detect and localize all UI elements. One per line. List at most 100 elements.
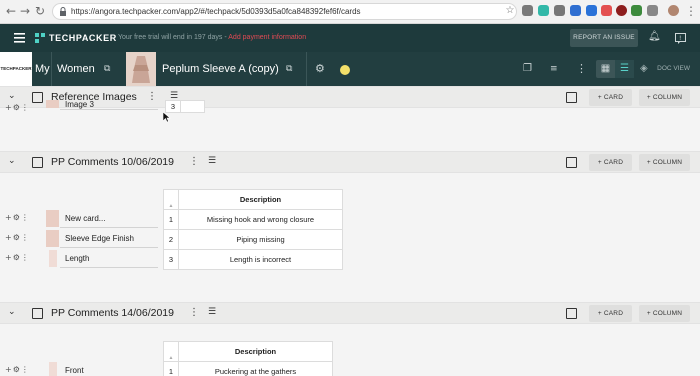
- bookmark-star-icon[interactable]: ☆: [503, 4, 517, 18]
- extension-icon-6[interactable]: [601, 5, 612, 16]
- product-thumbnail: [126, 52, 156, 86]
- card-label[interactable]: New card...: [65, 214, 105, 223]
- extension-icon-4[interactable]: [570, 5, 581, 16]
- section-title[interactable]: PP Comments 14/06/2019: [51, 307, 174, 319]
- extension-icon-9[interactable]: [647, 5, 658, 16]
- gear-icon[interactable]: ⚙: [315, 52, 325, 86]
- card-label[interactable]: Length: [65, 254, 89, 263]
- column-header-description[interactable]: Description: [178, 189, 343, 210]
- chevron-down-icon[interactable]: ⌄: [8, 307, 16, 317]
- column-layout-icon[interactable]: [566, 308, 577, 319]
- description-table: ▲ Description 1 Missing hook and wrong c…: [163, 189, 343, 270]
- list-item[interactable]: +⚙⋮ Length: [0, 250, 165, 268]
- card-thumbnail: [46, 230, 59, 247]
- dress-image: [132, 56, 150, 83]
- list-item[interactable]: +⚙⋮ Image 3: [0, 100, 165, 118]
- section-menu-icon[interactable]: ⋮: [189, 156, 199, 167]
- card-thumbnail: [49, 250, 57, 267]
- feedback-icon[interactable]: !: [675, 33, 686, 44]
- list-view-icon[interactable]: ☰: [615, 60, 634, 78]
- grid-view-icon[interactable]: ▦: [596, 60, 615, 78]
- hamburger-menu-icon[interactable]: [14, 33, 25, 43]
- row-controls[interactable]: +⚙⋮: [5, 365, 30, 374]
- svg-text:!: !: [679, 35, 681, 42]
- table-cell[interactable]: Puckering at the gathers: [178, 361, 333, 376]
- doc-view-button[interactable]: ◈ DOC VIEW: [640, 60, 694, 78]
- table-row: 3 Length is incorrect: [163, 249, 343, 270]
- row-controls[interactable]: +⚙⋮: [5, 253, 30, 262]
- section-title[interactable]: PP Comments 10/06/2019: [51, 156, 174, 168]
- browser-toolbar: ← → ↻ https://angora.techpacker.com/app2…: [0, 0, 700, 24]
- forward-icon[interactable]: →: [18, 4, 32, 18]
- brand-name: TECHPACKER: [49, 33, 117, 43]
- bell-icon[interactable]: 🔔︎: [648, 31, 661, 42]
- copy-icon[interactable]: ❐: [523, 52, 532, 86]
- more-icon[interactable]: ⋮: [576, 52, 587, 86]
- row-number: 1: [163, 209, 179, 230]
- add-column-button[interactable]: + COLUMN: [639, 305, 690, 322]
- external-link-icon[interactable]: ⧉: [286, 52, 292, 86]
- column-layout-icon[interactable]: [566, 92, 577, 103]
- table-cell[interactable]: Piping missing: [178, 229, 343, 250]
- sort-icon[interactable]: ▲: [163, 341, 179, 362]
- add-card-button[interactable]: + CARD: [589, 305, 632, 322]
- row-controls[interactable]: +⚙⋮: [5, 213, 30, 222]
- profile-avatar[interactable]: [668, 5, 679, 16]
- card-label[interactable]: Sleeve Edge Finish: [65, 234, 134, 243]
- sort-icon[interactable]: ▲: [163, 189, 179, 210]
- extension-icon-1[interactable]: [522, 5, 533, 16]
- techpack-bar: TECHPACKER My Women ⧉ Peplum Sleeve A (c…: [0, 52, 700, 86]
- add-card-button[interactable]: + CARD: [589, 89, 632, 106]
- status-dot[interactable]: [340, 65, 350, 75]
- extension-icon-2[interactable]: [538, 5, 549, 16]
- section-menu-icon[interactable]: ⋮: [189, 307, 199, 318]
- list-item[interactable]: +⚙⋮ Sleeve Edge Finish: [0, 230, 165, 248]
- table-row: 1 Missing hook and wrong closure: [163, 209, 343, 230]
- breadcrumb-my[interactable]: My: [35, 52, 50, 86]
- table-icon: [32, 157, 43, 168]
- table-cell[interactable]: Length is incorrect: [178, 249, 343, 270]
- add-column-button[interactable]: + COLUMN: [639, 89, 690, 106]
- breadcrumb-women[interactable]: Women: [57, 52, 95, 86]
- row-controls[interactable]: +⚙⋮: [5, 233, 30, 242]
- back-icon[interactable]: ←: [4, 4, 18, 18]
- card-thumbnail: [46, 100, 59, 108]
- techpacker-logo-icon: [35, 33, 45, 43]
- techpack-name[interactable]: Peplum Sleeve A (copy): [162, 52, 279, 86]
- align-icon[interactable]: ☰: [208, 156, 216, 166]
- reload-icon[interactable]: ↻: [33, 4, 47, 18]
- row-controls[interactable]: +⚙⋮: [5, 103, 30, 112]
- add-card-button[interactable]: + CARD: [589, 154, 632, 171]
- add-column-button[interactable]: + COLUMN: [639, 154, 690, 171]
- table-row: 3: [165, 100, 205, 113]
- extension-icon-8[interactable]: [631, 5, 642, 16]
- card-label[interactable]: Image 3: [65, 100, 94, 109]
- app-header: TECHPACKER Your free trial will end in 1…: [0, 24, 700, 52]
- address-bar[interactable]: https://angora.techpacker.com/app2/#/tec…: [52, 3, 517, 20]
- column-layout-icon[interactable]: [566, 157, 577, 168]
- extension-icon-7[interactable]: [616, 5, 627, 16]
- row-number: 3: [165, 100, 181, 113]
- extension-icon-3[interactable]: [554, 5, 565, 16]
- divider: [60, 227, 158, 228]
- list-item[interactable]: +⚙⋮ New card...: [0, 210, 165, 228]
- brand-logo[interactable]: TECHPACKER: [35, 24, 117, 52]
- table-cell[interactable]: [180, 100, 205, 113]
- filter-icon[interactable]: ≡: [550, 52, 558, 86]
- chevron-down-icon[interactable]: ⌄: [8, 156, 16, 166]
- list-item[interactable]: +⚙⋮ Front: [0, 362, 165, 376]
- divider: [306, 52, 307, 86]
- add-payment-link[interactable]: Add payment information: [228, 34, 306, 41]
- card-thumbnail: [46, 210, 59, 227]
- table-cell[interactable]: Missing hook and wrong closure: [178, 209, 343, 230]
- card-label[interactable]: Front: [65, 366, 84, 375]
- browser-menu-icon[interactable]: ⋮: [684, 4, 698, 18]
- external-link-icon[interactable]: ⧉: [104, 52, 110, 86]
- report-issue-button[interactable]: REPORT AN ISSUE: [570, 29, 638, 47]
- align-icon[interactable]: ☰: [208, 307, 216, 317]
- layers-icon: ◈: [640, 63, 648, 74]
- column-header-description[interactable]: Description: [178, 341, 333, 362]
- extension-icon-5[interactable]: [586, 5, 597, 16]
- table-icon: [32, 308, 43, 319]
- table-row: 2 Piping missing: [163, 229, 343, 250]
